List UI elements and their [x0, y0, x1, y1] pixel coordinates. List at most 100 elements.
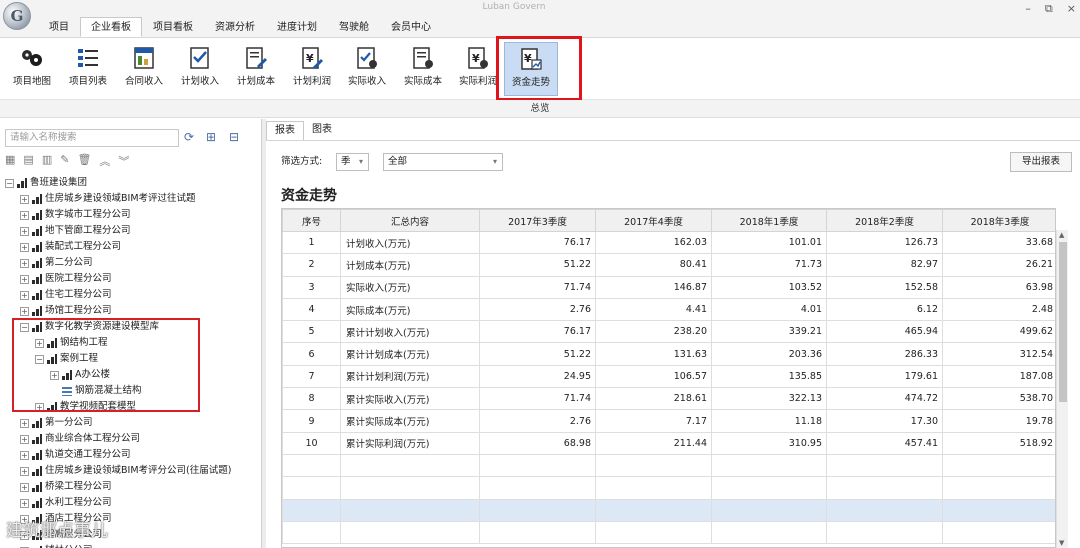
expand-icon[interactable]: + [20, 210, 29, 220]
tree-node[interactable]: + 第二分公司 [20, 255, 93, 271]
expand-icon[interactable]: + [20, 450, 29, 460]
expand-icon[interactable]: + [20, 482, 29, 492]
expand-icon[interactable]: + [20, 242, 29, 252]
tab-resource-analysis[interactable]: 资源分析 [204, 17, 266, 37]
tab-project[interactable]: 项目 [38, 17, 80, 37]
plan-cost-button[interactable]: 计划成本 [230, 42, 282, 96]
column-header[interactable]: 汇总内容 [340, 209, 480, 232]
empty-row[interactable] [282, 498, 1055, 522]
bar-chart-icon [32, 274, 42, 284]
actual-income-button[interactable]: 实际收入 [341, 42, 393, 96]
expand-icon[interactable]: + [20, 290, 29, 300]
delete-icon[interactable]: 🗑 [77, 153, 91, 169]
expand-icon[interactable]: + [20, 434, 29, 444]
new-item-icon[interactable]: ▤ [23, 153, 33, 169]
column-header[interactable]: 2017年3季度 [479, 209, 596, 232]
table-row[interactable]: 10 累计实际利润(万元) 68.98 211.44 310.95 457.41 518.9… [282, 431, 1055, 455]
column-header[interactable]: 2018年2季度 [826, 209, 943, 232]
table-row[interactable]: 3 实际收入(万元) 71.74 146.87 103.52 152.58 63.98 [282, 275, 1055, 299]
table-row[interactable]: 2 计划成本(万元) 51.22 80.41 71.73 82.97 26.21 [282, 253, 1055, 277]
tree-node[interactable]: + 桥梁工程分公司 [20, 479, 112, 495]
expand-icon[interactable]: + [20, 418, 29, 428]
tab-member-center[interactable]: 会员中心 [380, 17, 442, 37]
bar-chart-icon [32, 498, 42, 508]
expand-icon[interactable]: + [20, 194, 29, 204]
refresh-icon[interactable]: ⟳ [184, 130, 194, 144]
expand-icon[interactable]: + [20, 274, 29, 284]
project-map-button[interactable]: 项目地图 [6, 42, 58, 96]
empty-cell [282, 520, 341, 545]
expand-all-icon[interactable]: ⊞ [206, 130, 216, 144]
table-row[interactable]: 1 计划收入(万元) 76.17 162.03 101.01 126.73 33.68 [282, 230, 1055, 255]
copy-icon[interactable]: ▥ [42, 153, 52, 169]
bar-chart-icon [32, 210, 42, 220]
scroll-down-icon[interactable]: ▼ [1059, 539, 1064, 547]
expand-icon[interactable]: + [20, 498, 29, 508]
tree-node[interactable]: + 住宅工程分公司 [20, 287, 112, 303]
export-report-button[interactable]: 导出报表 [1010, 152, 1072, 172]
filter-scope-select[interactable]: 全部 ▾ [383, 153, 503, 171]
table-row[interactable]: 6 累计计划成本(万元) 51.22 131.63 203.36 286.33 312.54 [282, 342, 1055, 366]
tree-node[interactable]: + 地下管廊工程分公司 [20, 223, 131, 239]
scroll-up-icon[interactable]: ▲ [1059, 231, 1064, 239]
tree-node-label: 住房城乡建设领域BIM考评分公司(往届试题) [45, 465, 232, 476]
expand-icon[interactable]: + [20, 258, 29, 268]
minimize-button[interactable]: – [1025, 2, 1031, 16]
tree-node[interactable]: + 住房城乡建设领域BIM考评过往试题 [20, 191, 196, 207]
tree-node-label: 第一分公司 [45, 417, 93, 428]
collapse-icon[interactable]: − [5, 178, 14, 188]
table-row[interactable]: 7 累计计划利润(万元) 24.95 106.57 135.85 179.61 187.08 [282, 364, 1055, 389]
move-down-icon[interactable]: ︾ [118, 153, 129, 169]
tab-cockpit[interactable]: 驾驶舱 [328, 17, 380, 37]
edit-icon[interactable]: ✎ [60, 153, 69, 169]
restore-button[interactable]: ⧉ [1045, 2, 1053, 16]
tab-report[interactable]: 报表 [266, 121, 304, 141]
project-list-button[interactable]: 项目列表 [62, 42, 114, 96]
tree-node[interactable]: + 场馆工程分公司 [20, 303, 112, 319]
table-cell: 286.33 [826, 342, 943, 366]
collapse-all-icon[interactable]: ⊟ [229, 130, 239, 144]
expand-icon[interactable]: + [20, 466, 29, 476]
column-header[interactable]: 2018年3季度 [942, 209, 1055, 232]
tree-node[interactable]: + 住房城乡建设领域BIM考评分公司(往届试题) [20, 463, 231, 479]
table-row[interactable]: 9 累计实际成本(万元) 2.76 7.17 11.18 17.30 19.78 [282, 409, 1055, 433]
tree-node[interactable]: + 轨道交通工程分公司 [20, 447, 131, 463]
column-header[interactable]: 2018年1季度 [711, 209, 827, 232]
tree-node[interactable]: + 数字城市工程分公司 [20, 207, 131, 223]
table-cell: 3 [282, 275, 341, 299]
expand-icon[interactable]: + [20, 226, 29, 236]
filter-mode-select[interactable]: 季 ▾ [336, 153, 369, 171]
tab-schedule[interactable]: 进度计划 [266, 17, 328, 37]
column-header[interactable]: 序号 [282, 209, 341, 232]
new-folder-icon[interactable]: ▦ [5, 153, 15, 169]
tree-node[interactable]: + 水利工程分公司 [20, 495, 112, 511]
empty-cell [479, 453, 596, 478]
scroll-thumb[interactable] [1059, 242, 1067, 402]
close-button[interactable]: × [1067, 2, 1076, 16]
tree-node[interactable]: + 商业综合体工程分公司 [20, 431, 140, 447]
tree-node[interactable]: + 装配式工程分公司 [20, 239, 121, 255]
table-scrollbar[interactable]: ▲ ▼ [1056, 230, 1068, 548]
move-up-icon[interactable]: ︽ [99, 153, 110, 169]
search-input[interactable]: 请输入名称搜索 [5, 129, 179, 147]
plan-profit-button[interactable]: ¥ 计划利润 [286, 42, 338, 96]
tree-node[interactable]: + 医院工程分公司 [20, 271, 112, 287]
tab-enterprise-board[interactable]: 企业看板 [80, 17, 142, 37]
table-cell: 累计实际成本(万元) [340, 409, 480, 433]
tree-node[interactable]: − 鲁班建设集团 [5, 175, 87, 191]
contract-income-button[interactable]: 合同收入 [118, 42, 170, 96]
table-row[interactable]: 4 实际成本(万元) 2.76 4.41 4.01 6.12 2.48 [282, 297, 1055, 322]
actual-cost-button[interactable]: 实际成本 [397, 42, 449, 96]
empty-row[interactable] [282, 476, 1055, 500]
table-row[interactable]: 5 累计计划收入(万元) 76.17 238.20 339.21 465.94 499.62 [282, 320, 1055, 344]
tree-node[interactable]: +辅林分公司 [20, 543, 93, 548]
plan-income-button[interactable]: 计划收入 [174, 42, 226, 96]
empty-row[interactable] [282, 453, 1055, 478]
tab-chart[interactable]: 图表 [304, 121, 340, 141]
empty-row[interactable] [282, 520, 1055, 545]
tree-node[interactable]: + 第一分公司 [20, 415, 93, 431]
tab-project-board[interactable]: 项目看板 [142, 17, 204, 37]
expand-icon[interactable]: + [20, 306, 29, 316]
column-header[interactable]: 2017年4季度 [595, 209, 712, 232]
table-row[interactable]: 8 累计实际收入(万元) 71.74 218.61 322.13 474.72 538.70 [282, 387, 1055, 411]
